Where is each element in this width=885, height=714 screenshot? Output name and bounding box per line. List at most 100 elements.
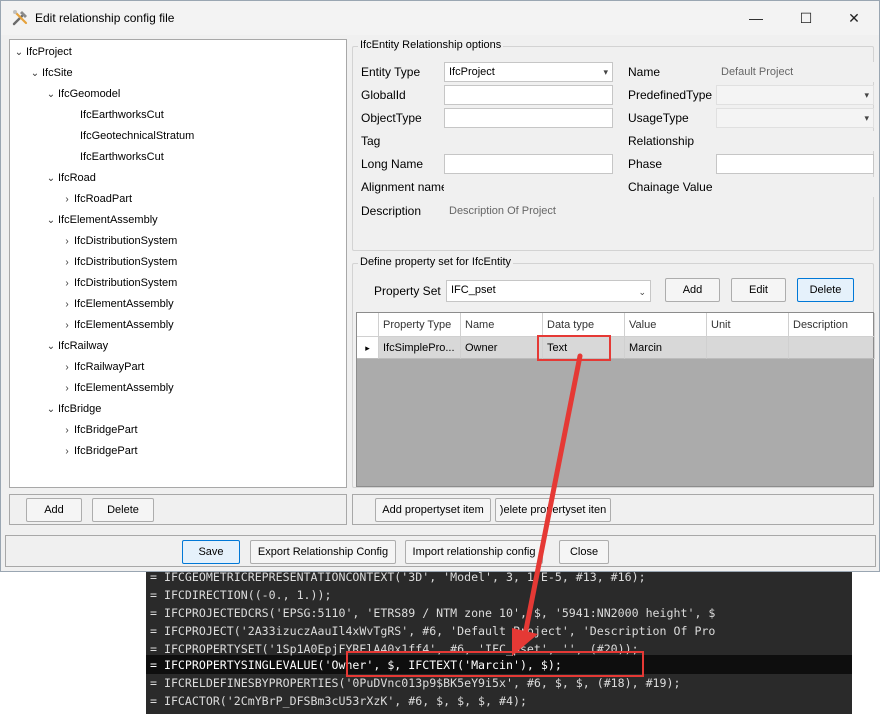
relationship-config-window: Edit relationship config file — ☐ ✕ ⌄ Ifc… [0, 0, 880, 572]
footer-button-bar: Save Export Relationship Config Import r… [5, 535, 876, 567]
title-bar[interactable]: Edit relationship config file — ☐ ✕ [1, 1, 879, 35]
globalid-field[interactable] [444, 85, 613, 105]
tree-item[interactable]: › IfcElementAssembly [60, 378, 173, 399]
entity-type-label: Entity Type [361, 65, 421, 79]
tag-label: Tag [361, 134, 381, 148]
tag-field[interactable] [444, 131, 613, 151]
column-header[interactable]: Property Type [379, 313, 461, 337]
phase-field[interactable] [716, 154, 874, 174]
chainage-value-field[interactable] [716, 177, 874, 197]
chevron-down-icon[interactable]: ⌄ [44, 337, 58, 357]
tree-item[interactable]: › IfcDistributionSystem [60, 252, 177, 272]
row-selector-icon[interactable]: ▸ [357, 337, 379, 359]
column-header[interactable]: Description [789, 313, 875, 337]
grid-cell[interactable] [707, 337, 789, 359]
pset-item-button-bar: Add propertyset item )elete propertyset … [352, 494, 874, 525]
column-header[interactable]: Data type [543, 313, 625, 337]
grid-cell[interactable] [789, 337, 875, 359]
tree-item[interactable]: IfcGeotechnicalStratum [66, 126, 194, 146]
longname-label: Long Name [361, 157, 424, 171]
longname-field[interactable] [444, 154, 613, 174]
entity-type-select[interactable]: IfcProject ▾ [444, 62, 613, 82]
add-propertyset-item-button[interactable]: Add propertyset item [375, 498, 491, 522]
chevron-right-icon[interactable]: › [60, 442, 74, 462]
alignment-name-field[interactable] [444, 177, 613, 197]
close-button[interactable]: Close [559, 540, 609, 564]
chevron-down-icon: ▾ [864, 113, 869, 123]
chevron-right-icon[interactable]: › [60, 316, 74, 336]
chevron-right-icon[interactable]: › [60, 379, 74, 399]
maximize-button[interactable]: ☐ [783, 1, 829, 35]
chevron-right-icon[interactable]: › [60, 358, 74, 378]
tree-item[interactable]: › IfcRailwayPart [60, 357, 144, 377]
chevron-right-icon[interactable]: › [60, 421, 74, 441]
tree-item[interactable]: › IfcElementAssembly [60, 315, 173, 336]
chevron-down-icon[interactable]: ⌄ [44, 85, 58, 105]
tree-item[interactable]: ⌄ IfcRailway [44, 336, 108, 356]
grid-cell[interactable]: Marcin [625, 337, 707, 359]
chevron-right-icon[interactable]: › [60, 253, 74, 273]
code-line: = IFCGEOMETRICREPRESENTATIONCONTEXT('3D'… [150, 572, 646, 584]
tree-item[interactable]: › IfcDistributionSystem [60, 231, 177, 251]
column-header[interactable]: Name [461, 313, 543, 337]
chevron-right-icon[interactable]: › [60, 295, 74, 315]
export-config-button[interactable]: Export Relationship Config [250, 540, 396, 564]
tree-item[interactable]: ⌄ IfcGeomodel [44, 84, 121, 105]
code-line: = IFCPROJECT('2A33izuczAauIl4xWvTgRS', #… [150, 624, 716, 638]
chevron-right-icon[interactable]: › [60, 274, 74, 294]
usagetype-select[interactable]: ▾ [716, 108, 874, 128]
chevron-right-icon[interactable]: › [60, 190, 74, 210]
close-window-button[interactable]: ✕ [831, 1, 877, 35]
chevron-down-icon[interactable]: ⌄ [12, 43, 26, 63]
delete-node-button[interactable]: Delete [92, 498, 154, 522]
table-row[interactable]: ▸ IfcSimplePro... Owner Text Marcin [357, 337, 875, 359]
tree-item[interactable]: IfcEarthworksCut [66, 147, 164, 167]
chevron-down-icon[interactable]: ⌄ [44, 400, 58, 420]
relationship-field[interactable] [716, 131, 874, 151]
delete-propertyset-item-button[interactable]: )elete propertyset iten [495, 498, 611, 522]
property-set-select[interactable]: IFC_pset ⌄ [446, 280, 651, 302]
name-field[interactable]: Default Project [716, 62, 874, 82]
tree-item[interactable]: ⌄ IfcProject [12, 42, 72, 62]
column-header[interactable]: Unit [707, 313, 789, 337]
save-button[interactable]: Save [182, 540, 240, 564]
column-header[interactable]: Value [625, 313, 707, 337]
tools-icon [12, 10, 28, 26]
chevron-down-icon[interactable]: ⌄ [44, 211, 58, 231]
chevron-right-icon[interactable]: › [60, 232, 74, 252]
code-line: = IFCACTOR('2CmYBrP_DFSBm3cU53rXzK', #6,… [150, 694, 527, 708]
row-header-corner [357, 313, 379, 337]
grid-cell[interactable]: Owner [461, 337, 543, 359]
minimize-button[interactable]: — [733, 1, 779, 35]
description-field[interactable]: Description Of Project [444, 201, 873, 245]
tree-item[interactable]: › IfcElementAssembly [60, 294, 173, 315]
property-set-group-title: Define property set for IfcEntity [358, 256, 514, 268]
grid-cell[interactable]: IfcSimplePro... [379, 337, 461, 359]
chevron-down-icon[interactable]: ⌄ [44, 169, 58, 189]
description-label: Description [361, 204, 422, 218]
window-title: Edit relationship config file [35, 11, 175, 25]
add-node-button[interactable]: Add [26, 498, 82, 522]
property-grid[interactable]: Property Type Name Data type Value Unit … [356, 312, 875, 487]
tree-item[interactable]: › IfcRoadPart [60, 189, 132, 209]
tree-item[interactable]: ⌄ IfcBridge [44, 399, 102, 420]
ifc-tree-view[interactable]: ⌄ IfcProject ⌄ IfcSite ⌄ IfcGeomodel IfcEar… [9, 39, 347, 488]
chevron-down-icon: ▾ [864, 90, 869, 100]
delete-pset-button[interactable]: Delete [797, 278, 854, 302]
tree-item[interactable]: ⌄ IfcElementAssembly [44, 210, 158, 230]
tree-item[interactable]: › IfcBridgePart [60, 441, 137, 462]
add-pset-button[interactable]: Add [665, 278, 720, 302]
tree-item[interactable]: IfcEarthworksCut [66, 105, 164, 125]
tree-item[interactable]: › IfcDistributionSystem [60, 273, 177, 293]
tree-item[interactable]: › IfcBridgePart [60, 420, 137, 441]
chevron-down-icon[interactable]: ⌄ [28, 64, 42, 84]
objecttype-label: ObjectType [361, 111, 422, 125]
relationship-label: Relationship [628, 134, 695, 148]
import-config-button[interactable]: Import relationship config [405, 540, 543, 564]
tree-item[interactable]: ⌄ IfcRoad [44, 168, 96, 188]
tree-item[interactable]: ⌄ IfcSite [28, 63, 73, 83]
tree-button-bar: Add Delete [9, 494, 347, 525]
edit-pset-button[interactable]: Edit [731, 278, 786, 302]
objecttype-field[interactable] [444, 108, 613, 128]
predefinedtype-select[interactable]: ▾ [716, 85, 874, 105]
